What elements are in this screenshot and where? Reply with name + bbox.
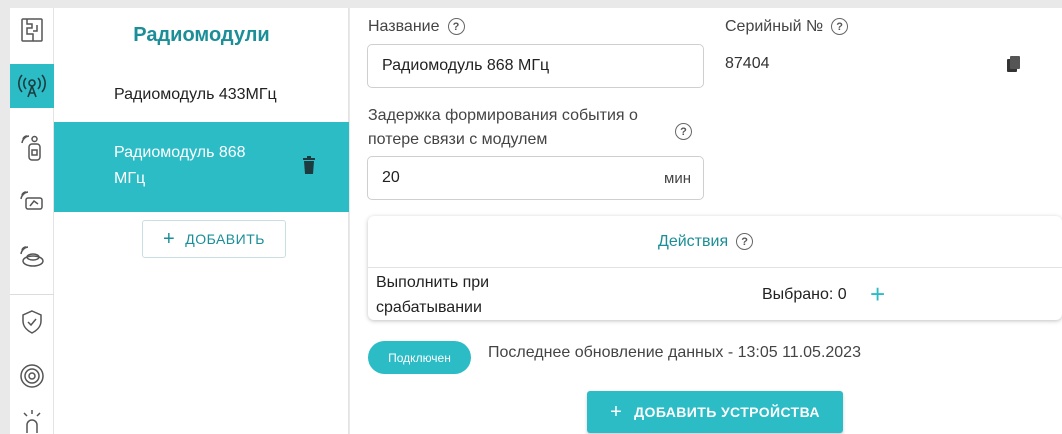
module-item-label: Радиомодуль 433МГц [114, 86, 277, 103]
add-devices-label: ДОБАВИТЬ УСТРОЙСТВА [634, 404, 820, 420]
execute-on-trigger-label: Выполнить при срабатывании [376, 270, 526, 320]
module-details: Название? Радиомодуль 868 МГц Серийный №… [350, 8, 1062, 434]
name-label: Название? [368, 15, 465, 39]
help-icon[interactable]: ? [675, 123, 692, 140]
scheme-icon[interactable] [10, 8, 54, 52]
delay-input[interactable]: 20 мин [367, 156, 704, 200]
target-icon[interactable] [10, 354, 54, 398]
icon-sidebar [10, 8, 54, 434]
delay-input-value: 20 [382, 169, 400, 186]
module-list-panel: Радиомодули Радиомодуль 433МГц Радиомоду… [54, 8, 349, 434]
help-icon[interactable]: ? [447, 18, 465, 36]
add-devices-button[interactable]: + ДОБАВИТЬ УСТРОЙСТВА [587, 391, 843, 433]
actions-title: Действия [658, 232, 729, 250]
serial-value: 87404 [725, 55, 770, 72]
plus-icon: + [610, 400, 623, 423]
add-module-button[interactable]: + ДОБАВИТЬ [142, 220, 286, 258]
help-icon[interactable]: ? [831, 18, 849, 36]
name-input[interactable]: Радиомодуль 868 МГц [367, 44, 704, 88]
name-input-value: Радиомодуль 868 МГц [382, 57, 550, 74]
last-update-text: Последнее обновление данных - 13:05 11.0… [488, 344, 861, 361]
add-module-label: ДОБАВИТЬ [185, 231, 265, 247]
plus-icon: + [163, 228, 176, 250]
actions-header: Действия ? [368, 216, 1062, 268]
execute-label-text: Выполнить при срабатывании [376, 274, 490, 316]
radio-module-icon[interactable] [10, 64, 54, 108]
module-item-label: Радиомодуль 868 МГц [114, 144, 246, 187]
delay-label: Задержка формирования события о потере с… [368, 107, 638, 148]
serial-label-text: Серийный № [725, 18, 824, 35]
module-item-433[interactable]: Радиомодуль 433МГц [54, 70, 349, 120]
sidebar-divider [10, 294, 54, 295]
copy-icon[interactable] [1007, 56, 1021, 77]
module-item-868[interactable]: Радиомодуль 868 МГц [54, 122, 349, 212]
name-label-text: Название [368, 18, 440, 35]
alarm-lamp-icon[interactable] [10, 400, 54, 434]
selected-count: Выбрано: 0 [762, 286, 847, 303]
shield-icon[interactable] [10, 300, 54, 344]
actions-card: Действия ? Выполнить при срабатывании Вы… [368, 216, 1062, 320]
module-list-title: Радиомодули [133, 24, 270, 46]
serial-label: Серийный №? [725, 15, 849, 39]
help-icon[interactable]: ? [736, 233, 754, 250]
status-badge: Подключен [368, 341, 471, 374]
add-action-button[interactable]: + [870, 279, 885, 310]
trash-icon[interactable] [302, 156, 316, 183]
delay-unit: мин [664, 169, 691, 187]
wireless-sensor-icon[interactable] [10, 178, 54, 222]
wireless-button-icon[interactable] [10, 234, 54, 278]
remote-control-icon[interactable] [10, 126, 54, 170]
